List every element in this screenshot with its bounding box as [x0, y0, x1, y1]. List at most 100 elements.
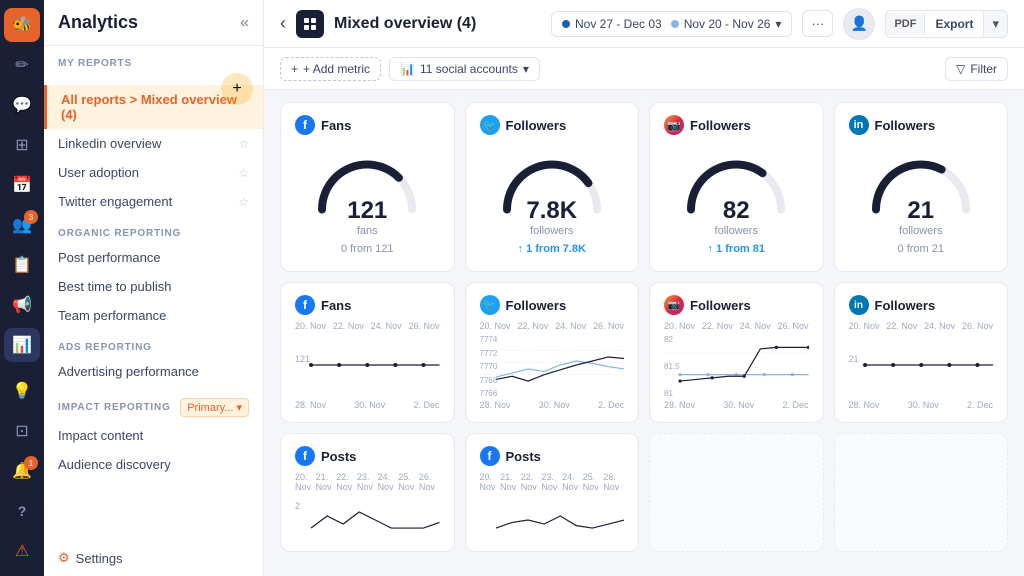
metric-sub: followers [526, 225, 577, 237]
campaigns-nav-item[interactable]: 📢 [4, 288, 40, 322]
bar-chart [480, 496, 625, 536]
li-followers-card: in Followers 21 followers 0 from 21 [834, 102, 1009, 272]
sidebar-item-post-performance[interactable]: Post performance [44, 243, 263, 272]
chart-title: Followers [690, 298, 751, 313]
export-button[interactable]: Export [925, 12, 983, 36]
filter-label: Filter [970, 62, 997, 76]
metric-value: 121 [347, 199, 387, 223]
sidebar-item-advertising[interactable]: Advertising performance [44, 357, 263, 386]
plus-icon: + [291, 62, 298, 76]
pin-icon: ☆ [238, 166, 249, 180]
sidebar-item-team-performance[interactable]: Team performance [44, 301, 263, 330]
impact-badge[interactable]: Primary... ▾ [180, 398, 249, 417]
filterbar: + + Add metric 📊 11 social accounts ▾ ▽ … [264, 48, 1024, 90]
export-dropdown-arrow[interactable]: ▾ [983, 11, 1007, 37]
filter-button[interactable]: ▽ Filter [945, 57, 1008, 81]
apps-nav-item[interactable]: ⊡ [4, 414, 40, 448]
back-button[interactable]: ‹ [280, 13, 286, 34]
chart-title: Followers [506, 298, 567, 313]
chart-card-header: in Followers [849, 295, 994, 315]
x-labels-top: 20. Nov 22. Nov 24. Nov 26. Nov [664, 321, 809, 331]
metric-change: ↑ 1 from 7.8K [518, 243, 586, 255]
sidebar-item-label: Impact content [58, 428, 143, 443]
filter-right: ▽ Filter [945, 57, 1008, 81]
metric-value: 7.8K [526, 199, 577, 223]
sidebar: Analytics « MY REPORTS + All reports > M… [44, 0, 264, 576]
tw-followers-card: 🐦 Followers 7.8K followers ↑ 1 from 7.8K [465, 102, 640, 272]
instagram-icon: 📷 [664, 295, 684, 315]
sidebar-item-user-adoption[interactable]: User adoption ☆ [44, 158, 263, 187]
x-labels-top: 20. Nov 22. Nov 24. Nov 26. Nov [480, 321, 625, 331]
x-labels-bottom: 28. Nov 30. Nov 2. Dec [664, 400, 809, 410]
export-group: PDF Export ▾ [885, 10, 1008, 38]
sidebar-item-audience-discovery[interactable]: Audience discovery [44, 450, 263, 479]
gauge-value-group: 7.8K followers [526, 199, 577, 237]
sidebar-item-impact-content[interactable]: Impact content [44, 421, 263, 450]
x-labels-top: 20. Nov 21. Nov 22. Nov 23. Nov 24. Nov … [480, 472, 625, 492]
date-range-picker[interactable]: Nov 27 - Dec 03 Nov 20 - Nov 26 ▾ [551, 11, 792, 37]
main-content: ‹ Mixed overview (4) Nov 27 - Dec 03 Nov… [264, 0, 1024, 576]
metric-change: ↑ 1 from 81 [708, 243, 765, 255]
line-chart [664, 335, 809, 395]
gauge-container: 121 fans 0 from 121 [295, 143, 440, 259]
social-accounts-button[interactable]: 📊 11 social accounts ▾ [389, 57, 540, 81]
line-chart [480, 335, 625, 395]
chart-card-header: f Fans [295, 295, 440, 315]
metric-change: 0 from 21 [898, 243, 944, 255]
card-title: Followers [690, 118, 751, 133]
calendar-nav-item[interactable]: 📅 [4, 168, 40, 202]
facebook-icon: f [295, 115, 315, 135]
insights-nav-item[interactable]: 💡 [4, 374, 40, 408]
card-header: 🐦 Followers [480, 115, 625, 135]
chart-area: 82 81.5 81 [664, 335, 809, 398]
help-nav-item[interactable]: ? [4, 494, 40, 528]
analytics-nav-item[interactable]: 📊 [4, 328, 40, 362]
sidebar-item-best-time[interactable]: Best time to publish [44, 272, 263, 301]
clipboard-nav-item[interactable]: 📋 [4, 248, 40, 282]
metric-change: 0 from 121 [341, 243, 394, 255]
chart-area: 121 [295, 335, 440, 398]
sidebar-item-mixed-overview[interactable]: All reports > Mixed overview (4) [44, 85, 263, 129]
page-title: Mixed overview (4) [334, 15, 541, 33]
sidebar-item-twitter[interactable]: Twitter engagement ☆ [44, 187, 263, 216]
gauge-container: 7.8K followers ↑ 1 from 7.8K [480, 143, 625, 259]
change-value: ↑ 1 from 81 [708, 243, 765, 255]
publishing-nav-item[interactable]: ⊞ [4, 128, 40, 162]
gauge-value-group: 121 fans [347, 199, 387, 237]
twitter-icon: 🐦 [480, 295, 500, 315]
inbox-nav-item[interactable]: 💬 [4, 88, 40, 122]
card-header: in Followers [849, 115, 994, 135]
notifications-nav-item[interactable]: 🔔1 [4, 454, 40, 488]
notifications-badge: 1 [24, 456, 38, 470]
brand-logo[interactable]: 🐝 [4, 8, 40, 42]
organic-section-label: ORGANIC REPORTING [44, 216, 263, 243]
facebook-icon: f [295, 446, 315, 466]
users-nav-item[interactable]: 👥3 [4, 208, 40, 242]
chart-area: 21 [849, 335, 994, 398]
linkedin-icon: in [849, 295, 869, 315]
sidebar-item-linkedin[interactable]: Linkedin overview ☆ [44, 129, 263, 158]
avatar-button[interactable]: 👤 [843, 8, 875, 40]
settings-item[interactable]: ⚙ Settings [44, 540, 263, 576]
tw-followers-chart-card: 🐦 Followers 20. Nov 22. Nov 24. Nov 26. … [465, 282, 640, 423]
ig-followers-card: 📷 Followers 82 followers ↑ 1 from 81 [649, 102, 824, 272]
compose-nav-item[interactable]: ✏ [4, 48, 40, 82]
chart-area [480, 496, 625, 539]
gauge-value-group: 82 followers [715, 199, 758, 237]
warning-nav-item[interactable]: ⚠ [4, 534, 40, 568]
chart-title: Followers [875, 298, 936, 313]
sidebar-collapse-btn[interactable]: « [240, 14, 249, 32]
sidebar-item-label: User adoption [58, 165, 139, 180]
chart-area: 7774 7772 7770 7768 7766 [480, 335, 625, 398]
metric-value: 21 [899, 199, 942, 223]
card-title: Fans [321, 118, 351, 133]
more-options-button[interactable]: ··· [802, 10, 833, 37]
ads-section-label: ADS REPORTING [44, 330, 263, 357]
empty-card-4 [834, 433, 1009, 552]
users-badge: 3 [24, 210, 38, 224]
sidebar-item-label: Post performance [58, 250, 161, 265]
add-metric-button[interactable]: + + Add metric [280, 57, 381, 81]
ig-followers-chart-card: 📷 Followers 20. Nov 22. Nov 24. Nov 26. … [649, 282, 824, 423]
impact-section-label: IMPACT REPORTING [58, 402, 171, 413]
facebook-icon: f [480, 446, 500, 466]
